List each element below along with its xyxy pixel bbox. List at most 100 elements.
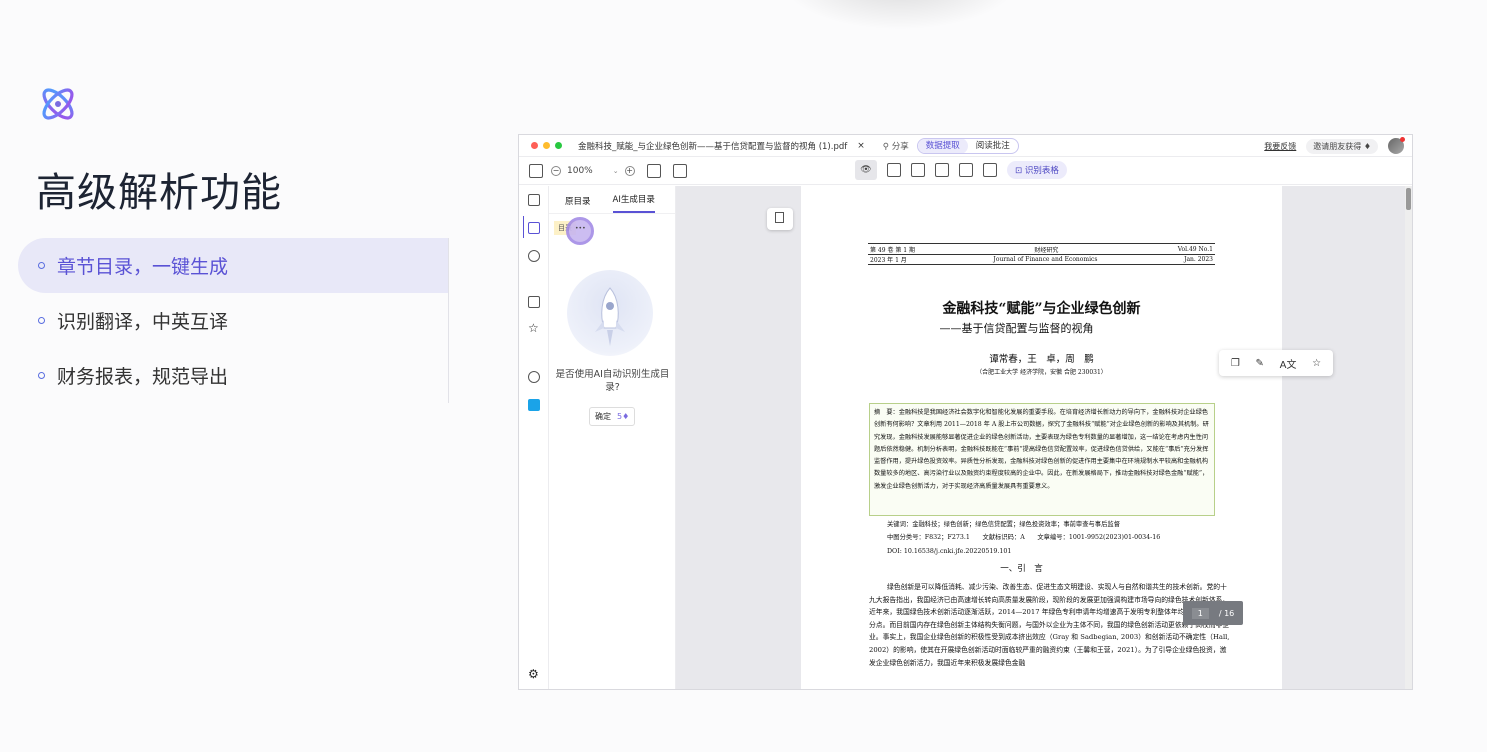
eye-icon: 👁: [860, 165, 872, 175]
view-mode-button[interactable]: 👁: [855, 160, 877, 180]
keywords-block: 关键词：金融科技；绿色创新；绿色信贷配置；绿色投资效率；事前审查与事后监督 中图…: [887, 518, 1160, 558]
invite-button[interactable]: 邀请朋友获得 ♦: [1306, 138, 1378, 154]
diamond-icon: ♦: [1363, 141, 1371, 151]
title-bar: 金融科技_赋能_与企业绿色创新——基于信贷配置与监督的视角 (1).pdf × …: [519, 135, 1412, 157]
header-volume-en: Vol.49 No.1: [1177, 245, 1213, 253]
document-viewer: 第 49 卷 第 1 期 财经研究 Vol.49 No.1 2023 年 1 月 Jo…: [676, 186, 1412, 689]
ai-toc-prompt: 是否使用AI自动识别生成目录?: [555, 369, 670, 393]
gear-icon[interactable]: ⚙: [528, 667, 539, 681]
feature-label: 章节目录，一键生成: [57, 256, 229, 278]
zoom-out-icon[interactable]: −: [551, 165, 561, 176]
avatar[interactable]: [1388, 137, 1405, 154]
table-delete-icon[interactable]: [911, 163, 925, 177]
more-options-button[interactable]: [566, 217, 594, 245]
document-tab-title[interactable]: 金融科技_赋能_与企业绿色创新——基于信贷配置与监督的视角 (1).pdf: [578, 140, 847, 152]
rocket-icon: [595, 287, 625, 346]
star-icon[interactable]: ☆: [1312, 358, 1321, 369]
star-icon[interactable]: ☆: [528, 321, 539, 335]
toc-tabs: 原目录 AI生成目录: [549, 186, 675, 214]
confirm-button[interactable]: 确定 5♦: [589, 407, 636, 426]
mode-read-annotate[interactable]: 阅读批注: [968, 139, 1018, 153]
feature-item-toc[interactable]: 章节目录，一键生成: [18, 238, 449, 293]
zoom-control: − 100% ⌄ +: [551, 165, 635, 176]
keywords: 关键词：金融科技；绿色创新；绿色信贷配置；绿色投资效率；事前审查与事后监督: [887, 521, 1120, 528]
decorative-shadow: [780, 0, 1020, 30]
close-window-button[interactable]: [531, 142, 538, 149]
rotate-icon[interactable]: [646, 163, 661, 178]
paper-subtitle: ——基于信贷配置与监督的视角: [939, 322, 1094, 335]
ai-assistant-icon[interactable]: [528, 399, 540, 411]
atom-logo-icon: [42, 88, 74, 120]
copy-page-button[interactable]: [767, 208, 793, 230]
minimize-window-button[interactable]: [543, 142, 550, 149]
maximize-window-button[interactable]: [555, 142, 562, 149]
zoom-level[interactable]: 100%: [567, 166, 593, 176]
page-layout-icon[interactable]: [672, 163, 687, 178]
header-journal-cn: 财经研究: [1034, 246, 1059, 254]
chevron-down-icon[interactable]: ⌄: [613, 167, 619, 175]
ocr-table-label: 识别表格: [1024, 166, 1059, 176]
folder-icon[interactable]: [529, 163, 543, 178]
paragraph: 绿色创新是可以降低消耗、减少污染、改善生态、促进生态文明建设、实现人与自然和谐共…: [869, 583, 1230, 667]
header-date: 2023 年 1 月: [870, 257, 907, 264]
feedback-link[interactable]: 我要反馈: [1264, 141, 1296, 152]
divider: [448, 238, 449, 403]
window-controls: [531, 142, 562, 149]
feature-item-translate[interactable]: 识别翻译，中英互译: [18, 293, 449, 348]
mode-switch: 数据提取 阅读批注: [916, 137, 1019, 154]
close-tab-icon[interactable]: ×: [857, 141, 865, 151]
share-nodes-icon[interactable]: [528, 371, 540, 383]
copy-icon: [775, 212, 784, 223]
page-thumbnail-icon[interactable]: [528, 194, 540, 206]
current-page-input[interactable]: 1: [1191, 607, 1209, 619]
scrollbar[interactable]: [1405, 186, 1412, 689]
zoom-in-icon[interactable]: +: [624, 165, 635, 176]
invite-label: 邀请朋友获得: [1313, 141, 1362, 151]
scan-icon[interactable]: [983, 163, 997, 177]
active-indicator: [523, 216, 524, 238]
toolbar: − 100% ⌄ + 👁 ⊡ 识别表格: [519, 157, 1412, 185]
titlebar-right: 我要反馈 邀请朋友获得 ♦: [1264, 137, 1405, 154]
text-lines-icon[interactable]: [959, 163, 973, 177]
journal-header: 第 49 卷 第 1 期 财经研究 Vol.49 No.1 2023 年 1 月 Jo…: [868, 243, 1215, 265]
header-volume: 第 49 卷 第 1 期: [870, 246, 915, 254]
share-button[interactable]: ⚲ 分享: [883, 140, 909, 152]
app-window: 金融科技_赋能_与企业绿色创新——基于信贷配置与监督的视角 (1).pdf × …: [518, 134, 1413, 690]
ocr-table-button[interactable]: ⊡ 识别表格: [1007, 161, 1067, 179]
bullet-icon: [38, 372, 45, 379]
paper-authors: 谭常春，王 卓，周 鹏: [989, 354, 1094, 365]
screenshot-icon[interactable]: [935, 163, 949, 177]
download-icon[interactable]: [528, 296, 540, 308]
tab-ai-toc[interactable]: AI生成目录: [612, 193, 655, 213]
confirm-label: 确定: [595, 412, 611, 421]
translate-icon[interactable]: A文: [1280, 356, 1297, 371]
toc-panel: 原目录 AI生成目录 目录 是否使用AI自动识别生成目录? 确定5♦: [549, 186, 676, 689]
selection-toolbar: ❐ ✎ A文 ☆: [1219, 350, 1333, 376]
classification: 中图分类号：F832；F273.1 文献标识码：A 文章编号：1001-9952…: [887, 534, 1161, 542]
bullet-icon: [38, 317, 45, 324]
feature-list: 章节目录，一键生成 识别翻译，中英互译 财务报表，规范导出: [18, 238, 449, 403]
feature-label: 财务报表，规范导出: [57, 366, 229, 388]
toc-icon[interactable]: [528, 222, 540, 234]
left-rail: ☆ ⚙: [519, 186, 549, 689]
page-indicator: 1 / 16: [1183, 601, 1243, 625]
paper-title: 金融科技“赋能”与企业绿色创新: [942, 301, 1141, 317]
header-date-en: Jan. 2023: [1184, 256, 1213, 263]
mode-data-extract[interactable]: 数据提取: [917, 138, 968, 153]
section-heading: 一、引 言: [1000, 564, 1043, 574]
feature-label: 识别翻译，中英互译: [57, 311, 229, 333]
rocket-illustration: [567, 270, 653, 356]
paper-affiliation: （合肥工业大学 经济学院，安徽 合肥 230031）: [976, 369, 1107, 376]
total-pages: / 16: [1218, 608, 1235, 618]
table-extract-icon[interactable]: [887, 163, 901, 177]
diamond-icon: ♦: [622, 412, 630, 421]
bullet-icon: [38, 262, 45, 269]
share-label: 分享: [891, 141, 909, 152]
abstract-selection[interactable]: 摘 要：金融科技是我国经济社会数字化和智能化发展的重要手段。在培育经济增长新动力…: [869, 403, 1215, 516]
copy-icon[interactable]: ❐: [1231, 358, 1240, 369]
tab-original-toc[interactable]: 原目录: [565, 195, 591, 213]
search-icon[interactable]: [528, 250, 540, 262]
edit-icon[interactable]: ✎: [1256, 358, 1264, 369]
doi: DOI: 10.16538/j.cnki.jfe.20220519.101: [887, 547, 1012, 555]
feature-item-report[interactable]: 财务报表，规范导出: [18, 348, 449, 403]
